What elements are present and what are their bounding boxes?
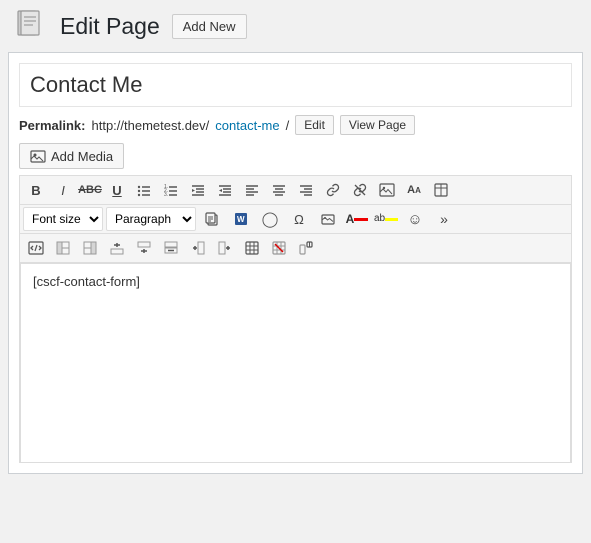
- italic-button[interactable]: I: [50, 178, 76, 202]
- table-insert-icon: [245, 241, 259, 255]
- ordered-list-icon: 1.2.3.: [164, 183, 178, 197]
- permalink-edit-button[interactable]: Edit: [295, 115, 334, 135]
- permalink-base: http://themetest.dev/: [91, 118, 209, 133]
- table-button[interactable]: [428, 178, 454, 202]
- add-media-icon: [30, 148, 46, 164]
- permalink-slash: /: [286, 118, 290, 133]
- ordered-list-button[interactable]: 1.2.3.: [158, 178, 184, 202]
- permalink-label: Permalink:: [19, 118, 85, 133]
- col-insert-after[interactable]: [212, 236, 238, 260]
- paste-text-button[interactable]: [199, 207, 225, 231]
- edit-html-button[interactable]: [23, 236, 49, 260]
- align-right-button[interactable]: [293, 178, 319, 202]
- clear-format-button[interactable]: ◯: [257, 207, 283, 231]
- indent-icon: [218, 183, 232, 197]
- paste-word-icon: W: [234, 212, 248, 226]
- add-media-label: Add Media: [51, 149, 113, 164]
- view-page-button[interactable]: View Page: [340, 115, 415, 135]
- editor-content-text: [cscf-contact-form]: [33, 274, 558, 289]
- media-lib-button[interactable]: [315, 207, 341, 231]
- font-size-select[interactable]: Font size 8pt 10pt 12pt 14pt 18pt 24pt: [23, 207, 103, 231]
- editor-content[interactable]: [cscf-contact-form]: [20, 263, 571, 463]
- row-insert-below[interactable]: [131, 236, 157, 260]
- bg-color-button[interactable]: ab: [373, 207, 399, 231]
- bg-color-bar: [385, 218, 398, 221]
- link-icon: [326, 183, 340, 197]
- add-new-button[interactable]: Add New: [172, 14, 247, 39]
- table-props[interactable]: [293, 236, 319, 260]
- toolbar-row-3: [20, 234, 571, 263]
- table-insert[interactable]: [239, 236, 265, 260]
- underline-button[interactable]: U: [104, 178, 130, 202]
- page-title: Edit Page: [60, 13, 160, 40]
- toolbar-row-1: B I ABC U 1.2.3.: [20, 176, 571, 205]
- insert-image-button[interactable]: [374, 178, 400, 202]
- row-insert-above-icon: [110, 241, 124, 255]
- post-title-input[interactable]: [19, 63, 572, 107]
- svg-text:3.: 3.: [164, 192, 168, 197]
- bg-color-ab: ab: [374, 214, 385, 224]
- row-insert-above[interactable]: [104, 236, 130, 260]
- emoticon-button[interactable]: ☺: [402, 207, 428, 231]
- paste-word-button[interactable]: W: [228, 207, 254, 231]
- unordered-list-button[interactable]: [131, 178, 157, 202]
- link-button[interactable]: [320, 178, 346, 202]
- special-char-button[interactable]: Ω: [286, 207, 312, 231]
- row-insert-below-icon: [137, 241, 151, 255]
- page-icon: [12, 8, 48, 44]
- align-center-icon: [272, 183, 286, 197]
- edit-html-icon: [28, 241, 44, 255]
- unlink-button[interactable]: [347, 178, 373, 202]
- table-delete[interactable]: [266, 236, 292, 260]
- text-color-a: A: [346, 213, 355, 225]
- add-media-button[interactable]: Add Media: [19, 143, 124, 169]
- align-right-icon: [299, 183, 313, 197]
- table-props-icon: [299, 241, 313, 255]
- bold-button[interactable]: B: [23, 178, 49, 202]
- table-delete-icon: [272, 241, 286, 255]
- table-col-left-icon: [56, 241, 70, 255]
- col-insert-before-icon: [191, 241, 205, 255]
- font-increase-button[interactable]: AA: [401, 178, 427, 202]
- unlink-icon: [353, 183, 367, 197]
- row-delete[interactable]: [158, 236, 184, 260]
- col-insert-before[interactable]: [185, 236, 211, 260]
- more-button[interactable]: »: [431, 207, 457, 231]
- outdent-icon: [191, 183, 205, 197]
- editor-toolbar: B I ABC U 1.2.3.: [19, 175, 572, 463]
- indent-button[interactable]: [212, 178, 238, 202]
- table-col-right[interactable]: [77, 236, 103, 260]
- paragraph-format-select[interactable]: Paragraph Heading 1 Heading 2 Heading 3 …: [106, 207, 196, 231]
- align-left-button[interactable]: [239, 178, 265, 202]
- table-col-left[interactable]: [50, 236, 76, 260]
- paste-text-icon: [205, 212, 219, 226]
- outdent-button[interactable]: [185, 178, 211, 202]
- align-center-button[interactable]: [266, 178, 292, 202]
- editor-container: Permalink: http://themetest.dev/contact-…: [8, 52, 583, 474]
- col-insert-after-icon: [218, 241, 232, 255]
- table-col-right-icon: [83, 241, 97, 255]
- permalink-row: Permalink: http://themetest.dev/contact-…: [19, 115, 572, 135]
- text-color-button[interactable]: A: [344, 207, 370, 231]
- permalink-slug: contact-me: [215, 118, 279, 133]
- table-icon: [434, 183, 448, 197]
- text-color-bar: [354, 218, 368, 221]
- svg-text:W: W: [237, 215, 245, 224]
- list-icon: [137, 183, 151, 197]
- page-header: Edit Page Add New: [0, 0, 591, 52]
- media-lib-icon: [321, 212, 335, 226]
- strikethrough-button[interactable]: ABC: [77, 178, 103, 202]
- align-left-icon: [245, 183, 259, 197]
- row-delete-icon: [164, 241, 178, 255]
- toolbar-row-2: Font size 8pt 10pt 12pt 14pt 18pt 24pt P…: [20, 205, 571, 234]
- insert-image-icon: [379, 183, 395, 197]
